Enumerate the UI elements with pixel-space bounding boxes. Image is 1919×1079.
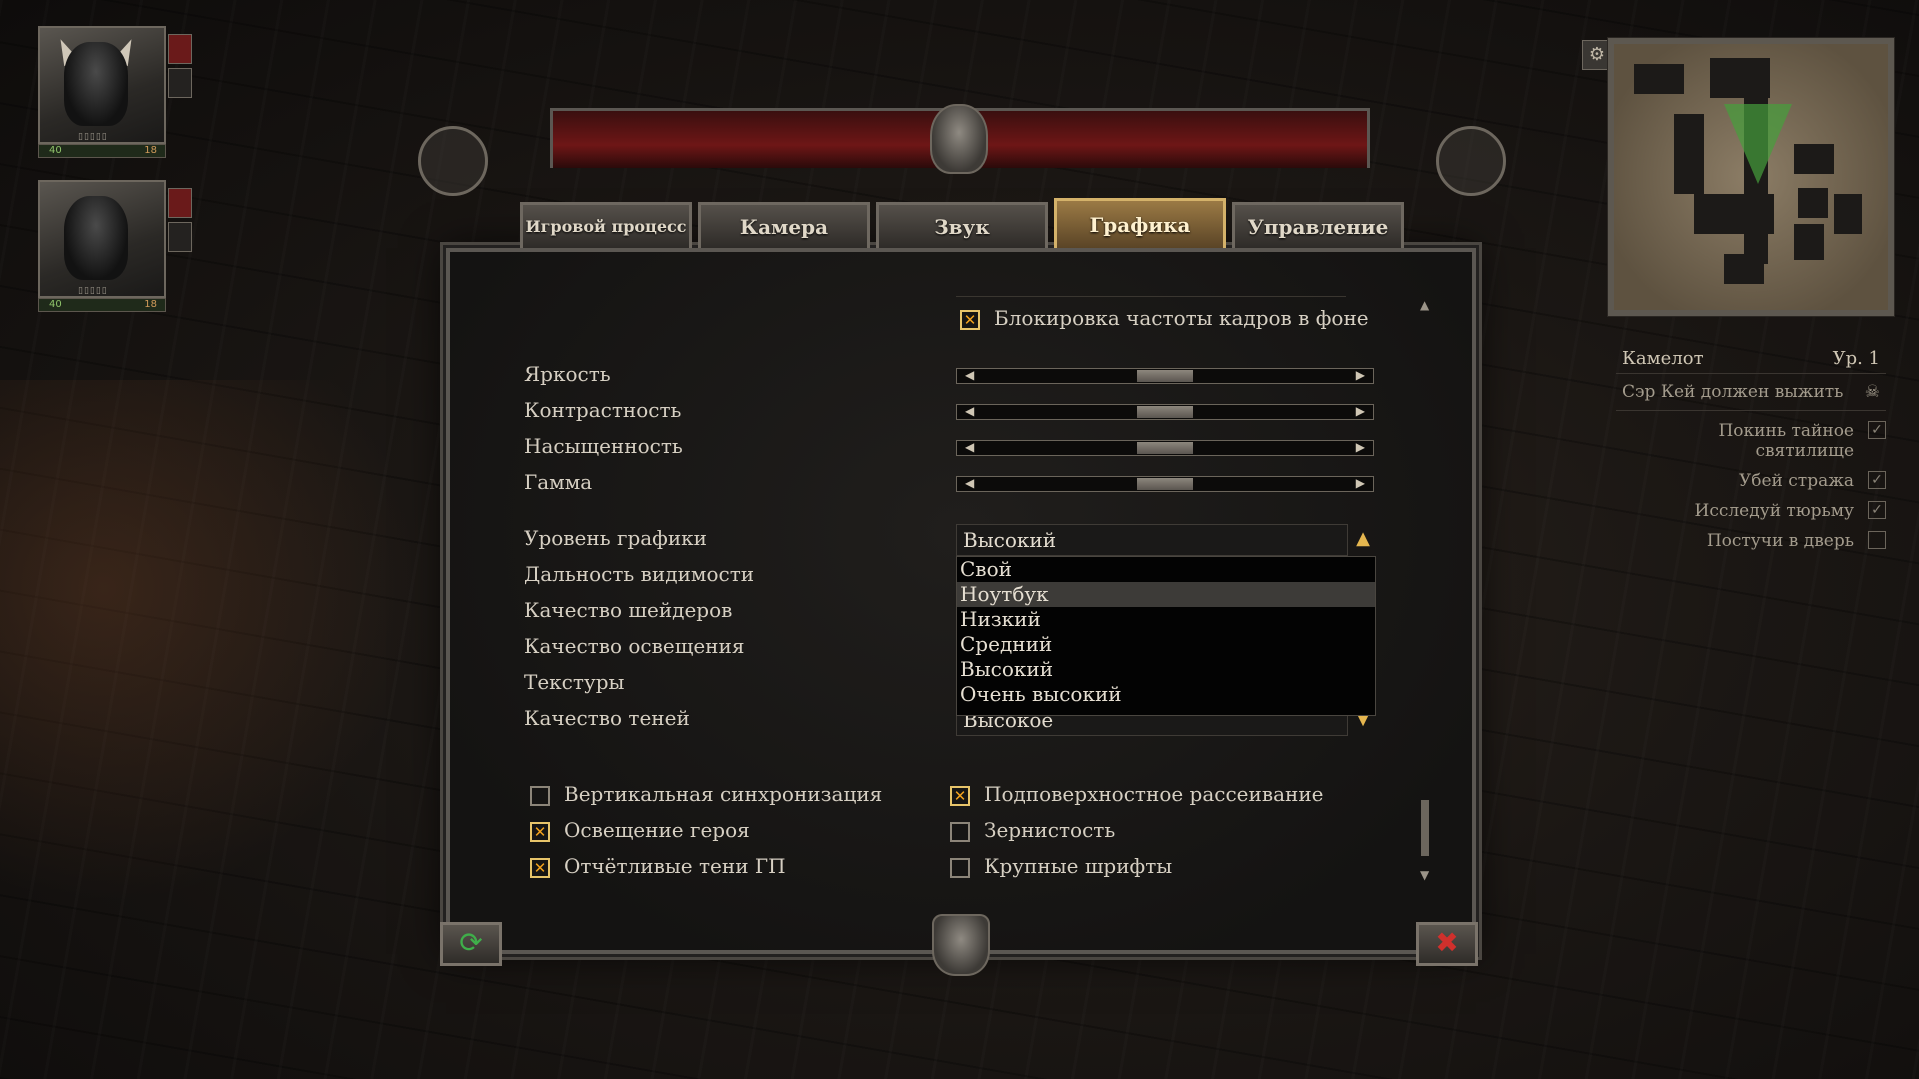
draw-distance-label: Дальность видимости <box>524 562 755 586</box>
quality-level-dropdown[interactable]: Свой Ноутбук Низкий Средний Высокий Очен… <box>956 556 1376 716</box>
scrollbar-thumb[interactable] <box>1421 800 1429 856</box>
arrow-left-icon[interactable]: ◀ <box>965 476 974 490</box>
saturation-label: Насыщенность <box>524 434 683 458</box>
dropdown-option[interactable]: Очень высокий <box>957 682 1375 707</box>
slider-thumb[interactable] <box>1137 478 1193 490</box>
arrow-left-icon[interactable]: ◀ <box>965 440 974 454</box>
hero-light-checkbox[interactable]: ✕ <box>530 822 550 842</box>
dropdown-option[interactable]: Высокий <box>957 657 1375 682</box>
gamma-label: Гамма <box>524 470 593 494</box>
grain-checkbox[interactable] <box>950 822 970 842</box>
quality-level-select[interactable]: Высокий <box>956 524 1348 556</box>
gamma-slider[interactable]: ◀ ▶ <box>956 476 1374 492</box>
close-button[interactable]: ✖ <box>1416 922 1478 966</box>
quality-level-label: Уровень графики <box>524 526 707 550</box>
textures-label: Текстуры <box>524 670 625 694</box>
arrow-right-icon[interactable]: ▶ <box>1356 440 1365 454</box>
dropdown-arrow-icon[interactable]: ▲ <box>1350 524 1376 556</box>
hero-light-label: Освещение героя <box>564 818 750 842</box>
dropdown-option[interactable]: Низкий <box>957 607 1375 632</box>
dropdown-option[interactable]: Средний <box>957 632 1375 657</box>
reset-button[interactable]: ⟳ <box>440 922 502 966</box>
graphics-settings: ✕ Блокировка частоты кадров в фоне Яркос… <box>0 0 1919 1079</box>
slider-thumb[interactable] <box>1137 442 1193 454</box>
scroll-down-icon[interactable]: ▼ <box>1420 868 1429 882</box>
shader-quality-label: Качество шейдеров <box>524 598 733 622</box>
frame-lock-label: Блокировка частоты кадров в фоне <box>994 306 1369 330</box>
saturation-slider[interactable]: ◀ ▶ <box>956 440 1374 456</box>
vsync-checkbox[interactable] <box>530 786 550 806</box>
arrow-left-icon[interactable]: ◀ <box>965 368 974 382</box>
arrow-right-icon[interactable]: ▶ <box>1356 476 1365 490</box>
subsurface-label: Подповерхностное рассеивание <box>984 782 1324 806</box>
arrow-left-icon[interactable]: ◀ <box>965 404 974 418</box>
scroll-up-icon[interactable]: ▲ <box>1420 298 1429 312</box>
vsync-label: Вертикальная синхронизация <box>564 782 883 806</box>
brightness-slider[interactable]: ◀ ▶ <box>956 368 1374 384</box>
grain-label: Зернистость <box>984 818 1116 842</box>
dropdown-option[interactable]: Свой <box>957 557 1375 582</box>
brightness-label: Яркость <box>524 362 611 386</box>
slider-thumb[interactable] <box>1137 406 1193 418</box>
contrast-label: Контрастность <box>524 398 682 422</box>
large-fonts-checkbox[interactable] <box>950 858 970 878</box>
frame-lock-checkbox[interactable]: ✕ <box>960 310 980 330</box>
sharp-shadows-label: Отчётливые тени ГП <box>564 854 786 878</box>
dropdown-option-highlighted[interactable]: Ноутбук <box>957 582 1375 607</box>
contrast-slider[interactable]: ◀ ▶ <box>956 404 1374 420</box>
slider-thumb[interactable] <box>1137 370 1193 382</box>
arrow-right-icon[interactable]: ▶ <box>1356 368 1365 382</box>
subsurface-checkbox[interactable]: ✕ <box>950 786 970 806</box>
large-fonts-label: Крупные шрифты <box>984 854 1173 878</box>
sharp-shadows-checkbox[interactable]: ✕ <box>530 858 550 878</box>
arrow-right-icon[interactable]: ▶ <box>1356 404 1365 418</box>
lighting-quality-label: Качество освещения <box>524 634 745 658</box>
shadow-quality-label: Качество теней <box>524 706 690 730</box>
divider <box>956 296 1346 297</box>
